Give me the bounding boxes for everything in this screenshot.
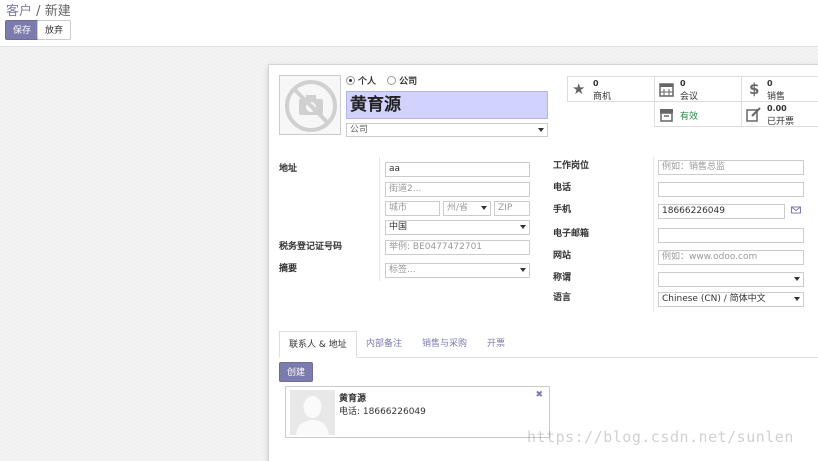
dropdown-caret-icon bbox=[520, 268, 526, 272]
tab-internal-notes[interactable]: 内部备注 bbox=[357, 331, 411, 358]
language-select[interactable]: Chinese (CN) / 简体中文 bbox=[658, 292, 804, 307]
invoiced-button[interactable]: 0.00 已开票 bbox=[741, 101, 818, 127]
form-sheet: 个人 公司 黄育源 公司 ★ 0 商机 0 会议 $ 0 销售 有效 0.00 … bbox=[268, 64, 818, 461]
dropdown-caret-icon bbox=[481, 206, 487, 210]
language-label: 语言 bbox=[553, 293, 572, 303]
notebook-tabs: 联系人 & 地址 内部备注 销售与采购 开票 bbox=[279, 331, 818, 358]
vat-label: 税务登记证号码 bbox=[279, 242, 343, 252]
radio-company[interactable]: 公司 bbox=[387, 74, 417, 87]
radio-individual[interactable]: 个人 bbox=[346, 74, 376, 87]
tab-invoicing[interactable]: 开票 bbox=[478, 331, 514, 358]
create-contact-button[interactable]: 创建 bbox=[279, 362, 314, 382]
phone-input[interactable] bbox=[658, 182, 804, 197]
contact-name: 黄育源 bbox=[339, 394, 367, 404]
tab-sales-purchases[interactable]: 销售与采购 bbox=[413, 331, 476, 358]
street-input[interactable]: aa bbox=[385, 162, 530, 177]
calendar-icon bbox=[659, 82, 674, 100]
field-separator bbox=[653, 157, 654, 312]
contact-phone: 电话: 18666226049 bbox=[339, 407, 426, 417]
dropdown-caret-icon bbox=[794, 277, 800, 281]
dollar-icon: $ bbox=[749, 80, 760, 98]
vat-input[interactable]: 举例: BE0477472701 bbox=[385, 240, 530, 255]
title-label: 称谓 bbox=[553, 273, 572, 283]
watermark-text: https://blog.csdn.net/sunlen bbox=[527, 428, 794, 446]
meetings-button[interactable]: 0 会议 bbox=[654, 76, 742, 102]
breadcrumb: 客户 / 新建 bbox=[6, 0, 71, 19]
dropdown-caret-icon bbox=[538, 128, 544, 132]
opportunities-button[interactable]: ★ 0 商机 bbox=[567, 76, 655, 102]
job-position-label: 工作岗位 bbox=[553, 161, 590, 171]
sms-icon[interactable] bbox=[791, 205, 801, 218]
state-select[interactable]: 州/省 bbox=[443, 201, 491, 216]
save-button[interactable]: 保存 bbox=[5, 20, 40, 40]
company-type-radio-group: 个人 公司 bbox=[346, 74, 425, 87]
email-label: 电子邮箱 bbox=[553, 229, 590, 239]
zip-input[interactable]: ZIP bbox=[494, 201, 530, 216]
partner-name-input[interactable]: 黄育源 bbox=[346, 91, 548, 119]
title-select[interactable] bbox=[658, 272, 804, 287]
breadcrumb-current: 新建 bbox=[44, 4, 71, 19]
control-panel: 客户 / 新建 保存 放弃 bbox=[0, 0, 818, 47]
smart-buttons: ★ 0 商机 0 会议 $ 0 销售 有效 0.00 已开票 bbox=[567, 76, 818, 128]
edit-icon bbox=[746, 107, 761, 125]
email-input[interactable] bbox=[658, 228, 804, 243]
mobile-label: 手机 bbox=[553, 205, 572, 215]
dropdown-caret-icon bbox=[520, 225, 526, 229]
discard-button[interactable]: 放弃 bbox=[37, 20, 72, 40]
person-silhouette-icon bbox=[290, 390, 335, 435]
parent-company-select[interactable]: 公司 bbox=[346, 123, 548, 137]
radio-checked-icon bbox=[346, 76, 355, 85]
city-input[interactable]: 城市 bbox=[385, 201, 440, 216]
tags-label: 摘要 bbox=[279, 264, 298, 274]
website-input[interactable]: 例如：www.odoo.com bbox=[658, 250, 804, 265]
no-image-icon bbox=[285, 80, 337, 132]
breadcrumb-parent-link[interactable]: 客户 bbox=[6, 4, 32, 19]
tags-input[interactable]: 标签... bbox=[385, 263, 530, 278]
tab-contacts-addresses[interactable]: 联系人 & 地址 bbox=[279, 331, 357, 358]
close-icon[interactable]: ✖ bbox=[535, 390, 543, 400]
contact-card[interactable]: 黄育源 电话: 18666226049 ✖ bbox=[285, 386, 550, 438]
dropdown-caret-icon bbox=[794, 297, 800, 301]
mobile-input[interactable]: 18666226049 bbox=[658, 204, 785, 219]
active-toggle-button[interactable]: 有效 bbox=[654, 101, 742, 127]
address-label: 地址 bbox=[279, 164, 298, 174]
contact-avatar bbox=[290, 390, 335, 435]
radio-unchecked-icon bbox=[387, 76, 397, 85]
website-label: 网站 bbox=[553, 251, 572, 261]
sales-button[interactable]: $ 0 销售 bbox=[741, 76, 818, 102]
archive-icon bbox=[659, 107, 674, 125]
job-position-input[interactable]: 例如：销售总监 bbox=[658, 160, 804, 175]
country-select[interactable]: 中国 bbox=[385, 220, 530, 235]
avatar-upload[interactable] bbox=[279, 75, 341, 135]
field-separator bbox=[379, 157, 380, 281]
star-icon: ★ bbox=[572, 80, 586, 98]
phone-label: 电话 bbox=[553, 183, 572, 193]
breadcrumb-separator: / bbox=[36, 4, 41, 19]
street2-input[interactable]: 街道2... bbox=[385, 182, 530, 197]
